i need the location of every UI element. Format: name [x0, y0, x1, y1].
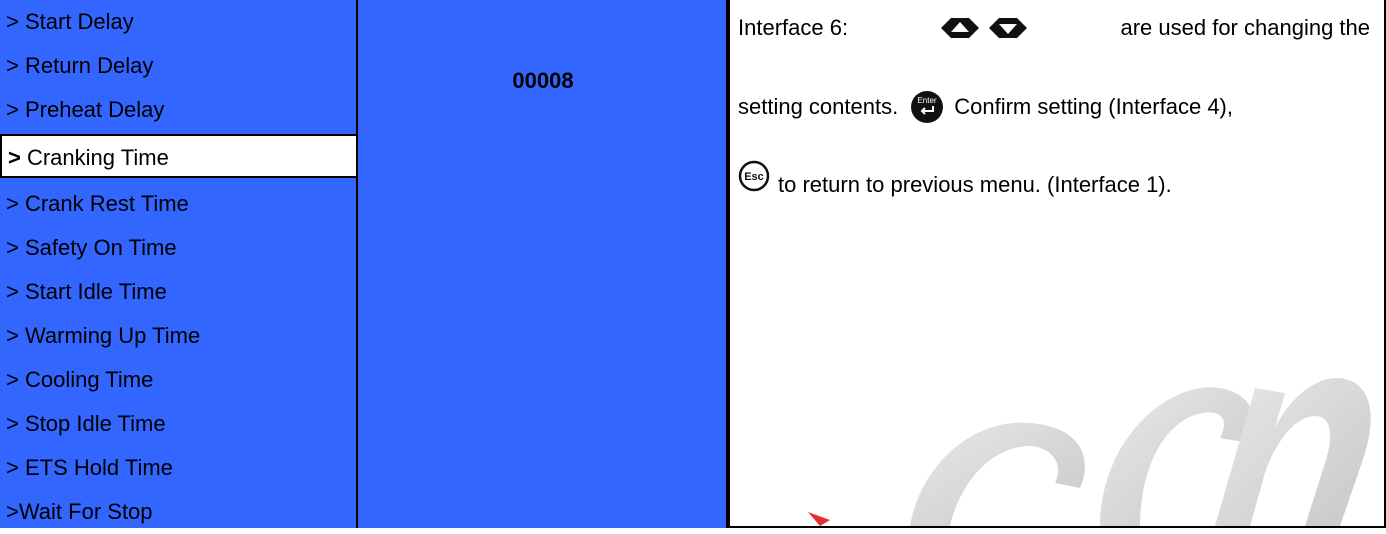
menu-item-label: Cranking Time — [20, 145, 169, 170]
esc-key-label: Esc — [744, 171, 764, 183]
menu-item-ets-hold-time[interactable]: > ETS Hold Time — [0, 446, 356, 490]
menu-arrow: > — [6, 279, 19, 304]
menu-arrow: > — [6, 367, 19, 392]
description-text: to return to previous menu. (Interface 1… — [778, 172, 1172, 197]
enter-key-label: Enter — [918, 96, 937, 105]
menu-panel: > Start Delay > Return Delay > Preheat D… — [0, 0, 358, 528]
menu-arrow: > — [6, 323, 19, 348]
enter-key: Enter — [910, 90, 944, 124]
menu-item-cooling-time[interactable]: > Cooling Time — [0, 358, 356, 402]
up-triangle-key-icon — [941, 18, 980, 38]
description-text: Interface 6: — [738, 15, 849, 40]
menu-item-label: Warming Up Time — [18, 323, 201, 348]
description-line-3: Esc to return to previous menu. (Interfa… — [738, 160, 1370, 198]
menu-arrow: > — [6, 411, 19, 436]
menu-item-label: Crank Rest Time — [18, 191, 189, 216]
menu-item-label: Return Delay — [18, 53, 154, 78]
menu-item-preheat-delay[interactable]: > Preheat Delay — [0, 88, 356, 132]
menu-arrow: > — [6, 97, 19, 122]
menu-arrow: > — [8, 145, 21, 170]
description-line-1: Interface 6: are used for changing the — [738, 14, 1370, 42]
menu-item-label: ETS Hold Time — [18, 455, 173, 480]
menu-arrow: > — [6, 499, 19, 524]
menu-item-start-delay[interactable]: > Start Delay — [0, 0, 356, 44]
setting-value: 00008 — [512, 68, 574, 93]
menu-item-label: Safety On Time — [18, 235, 177, 260]
menu-arrow: > — [6, 191, 19, 216]
menu-item-stop-idle-time[interactable]: > Stop Idle Time — [0, 402, 356, 446]
menu-item-return-delay[interactable]: > Return Delay — [0, 44, 356, 88]
menu-item-start-idle-time[interactable]: > Start Idle Time — [0, 270, 356, 314]
menu-arrow: > — [6, 9, 19, 34]
description-text: setting contents. — [738, 94, 899, 119]
menu-item-label: Start Delay — [18, 9, 134, 34]
description-text: Confirm setting (Interface 4), — [954, 94, 1233, 119]
menu-item-label: Preheat Delay — [18, 97, 165, 122]
settings-table: > Start Delay > Return Delay > Preheat D… — [0, 0, 1386, 528]
menu-item-warming-up-time[interactable]: > Warming Up Time — [0, 314, 356, 358]
arrow-keys — [937, 14, 1031, 42]
description-line-2: setting contents. Enter Confirm setting … — [738, 90, 1370, 124]
menu-arrow: > — [6, 455, 19, 480]
menu-item-label: Stop Idle Time — [18, 411, 166, 436]
enter-key-icon: Enter — [911, 91, 944, 123]
description-text: are used for changing the — [1120, 15, 1370, 40]
menu-item-cranking-time[interactable]: > Cranking Time — [0, 134, 358, 178]
column-divider — [726, 0, 728, 528]
esc-key-icon: Esc — [738, 160, 770, 192]
menu-item-label: Cooling Time — [18, 367, 154, 392]
menu-item-label: Start Idle Time — [18, 279, 167, 304]
menu-item-label: Wait For Stop — [18, 499, 153, 524]
menu-item-safety-on-time[interactable]: > Safety On Time — [0, 226, 356, 270]
menu-item-wait-for-stop[interactable]: >Wait For Stop — [0, 490, 356, 534]
menu-arrow: > — [6, 53, 19, 78]
menu-item-crank-rest-time[interactable]: > Crank Rest Time — [0, 182, 356, 226]
menu-arrow: > — [6, 235, 19, 260]
watermark-logo — [808, 378, 1371, 526]
esc-key: Esc — [738, 160, 770, 192]
down-triangle-key-icon — [989, 18, 1028, 38]
value-panel: 00008 — [358, 0, 728, 528]
description-panel: Interface 6: are used for changing the s… — [728, 0, 1386, 528]
